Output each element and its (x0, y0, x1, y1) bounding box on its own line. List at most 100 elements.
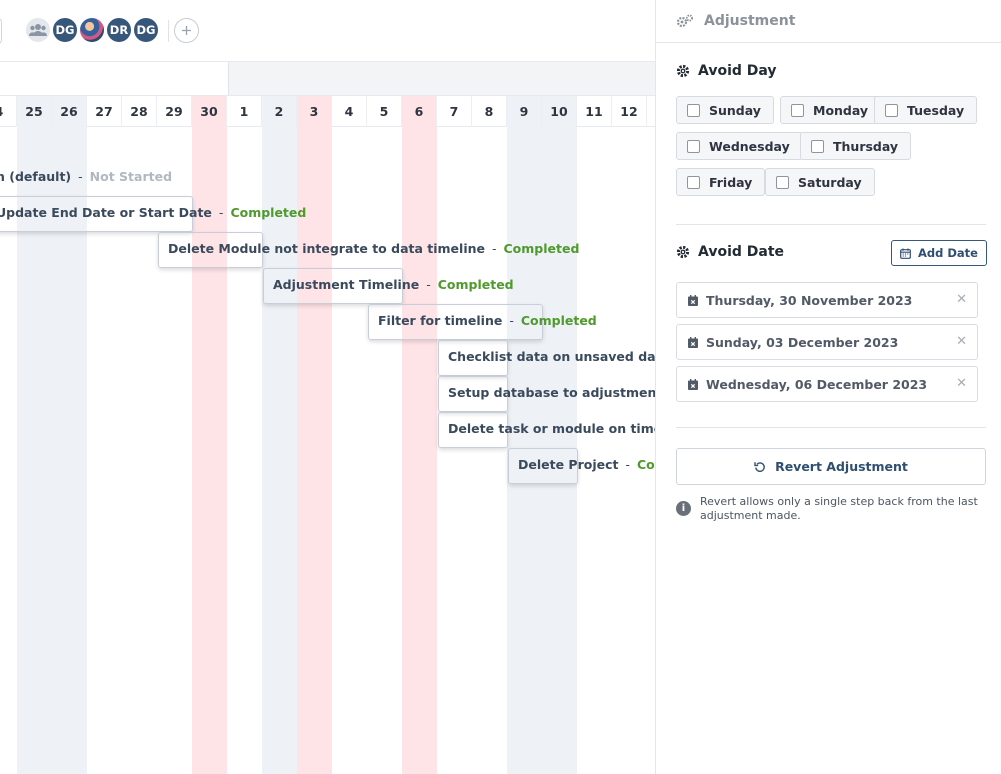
checkbox[interactable] (791, 103, 804, 117)
day-label: Wednesday (709, 138, 790, 154)
task-row[interactable]: n (default) - Not Started (0, 166, 172, 186)
panel-title: Adjustment (704, 13, 796, 29)
day-header-cell: 28 (122, 96, 157, 127)
avoid-day-title: Avoid Day (676, 63, 777, 79)
task-row[interactable]: Filter for timeline - Completed (378, 310, 597, 330)
task-status: Completed (520, 312, 597, 328)
revert-note: i Revert allows only a single step back … (676, 495, 991, 523)
avoid-day-sunday[interactable]: Sunday (676, 96, 774, 124)
section-label: Avoid Date (698, 244, 785, 260)
avoid-day-friday[interactable]: Friday (676, 168, 766, 196)
info-icon: i (676, 501, 691, 516)
separator: - (509, 312, 514, 328)
task-name: Delete task or module on timelin (448, 420, 656, 436)
task-status: Completed (230, 204, 307, 220)
day-header-cell: 30 (192, 96, 227, 127)
timeline-toolbar: DG DR DG (0, 0, 656, 62)
task-row[interactable]: Adjustment Timeline - Completed (273, 274, 514, 294)
task-name: n (default) (0, 168, 72, 184)
avoid-day-column (297, 127, 332, 774)
remove-date-icon[interactable]: ✕ (956, 376, 967, 391)
calendar-icon (900, 248, 911, 259)
task-row[interactable]: Delete Module not integrate to data time… (168, 238, 579, 258)
day-label: Sunday (709, 102, 761, 118)
weekend-column (262, 127, 297, 774)
checkbox[interactable] (776, 175, 789, 189)
checkbox[interactable] (811, 139, 824, 153)
day-header-cell: 27 (87, 96, 122, 127)
task-name: Update End Date or Start Date (0, 204, 212, 220)
avoid-date-text: Sunday, 03 December 2023 (706, 334, 899, 350)
avoid-day-wednesday[interactable]: Wednesday (676, 132, 803, 160)
revert-note-text: Revert allows only a single step back fr… (700, 495, 978, 522)
task-name: Delete Module not integrate to data time… (168, 240, 485, 256)
task-name: Checklist data on unsaved data c (448, 348, 656, 364)
calendar-x-icon (688, 294, 698, 306)
task-status: Com (637, 456, 656, 472)
day-header-cell: 29 (157, 96, 192, 127)
remove-date-icon[interactable]: ✕ (956, 334, 967, 349)
day-header-cell: 25 (17, 96, 52, 127)
day-header-cell: 3 (297, 96, 332, 127)
checkbox[interactable] (687, 175, 700, 189)
day-header-cell: 4 (0, 96, 17, 127)
avoid-date-text: Thursday, 30 November 2023 (706, 292, 913, 308)
month-header (228, 62, 656, 95)
toolbar-left-control[interactable] (0, 18, 2, 44)
member-avatar-photo[interactable] (78, 16, 106, 44)
member-avatar[interactable]: DG (132, 16, 160, 44)
section-label: Avoid Day (698, 63, 777, 79)
revert-label: Revert Adjustment (775, 459, 908, 474)
avoid-date-item: Thursday, 30 November 2023 ✕ (676, 282, 978, 318)
task-row[interactable]: Delete Project - Com (518, 454, 656, 474)
day-header-cell: 10 (542, 96, 577, 127)
checkbox[interactable] (687, 103, 700, 117)
task-name: Delete Project (518, 456, 619, 472)
remove-date-icon[interactable]: ✕ (956, 292, 967, 307)
panel-header: Adjustment (656, 0, 1001, 43)
avoid-date-title: Avoid Date (676, 244, 784, 260)
day-header-cell: 1 (227, 96, 262, 127)
task-name: Adjustment Timeline (273, 276, 420, 292)
add-member-button[interactable] (174, 18, 199, 43)
avoid-day-monday[interactable]: Monday (780, 96, 882, 124)
separator: - (625, 456, 630, 472)
revert-adjustment-button[interactable]: Revert Adjustment (676, 448, 986, 485)
avoid-date-item: Sunday, 03 December 2023 ✕ (676, 324, 978, 360)
toolbar-divider (168, 20, 169, 42)
calendar-x-icon (688, 336, 698, 348)
task-name: Setup database to adjustment (448, 384, 656, 400)
adjustment-panel: Adjustment Avoid Day Sunday Monday Tuesd… (655, 0, 1001, 774)
checkbox[interactable] (687, 139, 700, 153)
task-row[interactable]: Delete task or module on timelin (448, 418, 656, 438)
avoid-day-tuesday[interactable]: Tuesday (874, 96, 978, 124)
member-avatar[interactable]: DR (105, 16, 133, 44)
avoid-day-thursday[interactable]: Thursday (800, 132, 912, 160)
section-divider (676, 224, 986, 225)
day-header-cell: 4 (332, 96, 367, 127)
team-group-icon[interactable] (24, 16, 52, 44)
task-row[interactable]: Checklist data on unsaved data c (448, 346, 656, 366)
member-avatar[interactable]: DG (51, 16, 79, 44)
task-row[interactable]: Setup database to adjustment - (448, 382, 656, 402)
task-status: Completed (437, 276, 514, 292)
day-label: Saturday (798, 174, 862, 190)
avoid-date-text: Wednesday, 06 December 2023 (706, 376, 928, 392)
separator: - (78, 168, 83, 184)
task-row[interactable]: Update End Date or Start Date - Complete… (0, 202, 306, 222)
day-label: Thursday (833, 138, 899, 154)
task-name: Filter for timeline (378, 312, 503, 328)
day-header-cell: 6 (402, 96, 437, 127)
add-date-label: Add Date (918, 246, 978, 260)
day-header-row: 4252627282930123456789101112 (0, 95, 656, 127)
checkbox[interactable] (885, 103, 898, 117)
day-header-cell: 9 (507, 96, 542, 127)
separator: - (426, 276, 431, 292)
avoid-day-saturday[interactable]: Saturday (765, 168, 875, 196)
day-header-cell: 11 (577, 96, 612, 127)
day-label: Monday (813, 102, 869, 118)
avoid-day-column (402, 127, 437, 774)
gear-icon (676, 64, 690, 78)
day-label: Tuesday (907, 102, 965, 118)
add-date-button[interactable]: Add Date (891, 240, 987, 266)
